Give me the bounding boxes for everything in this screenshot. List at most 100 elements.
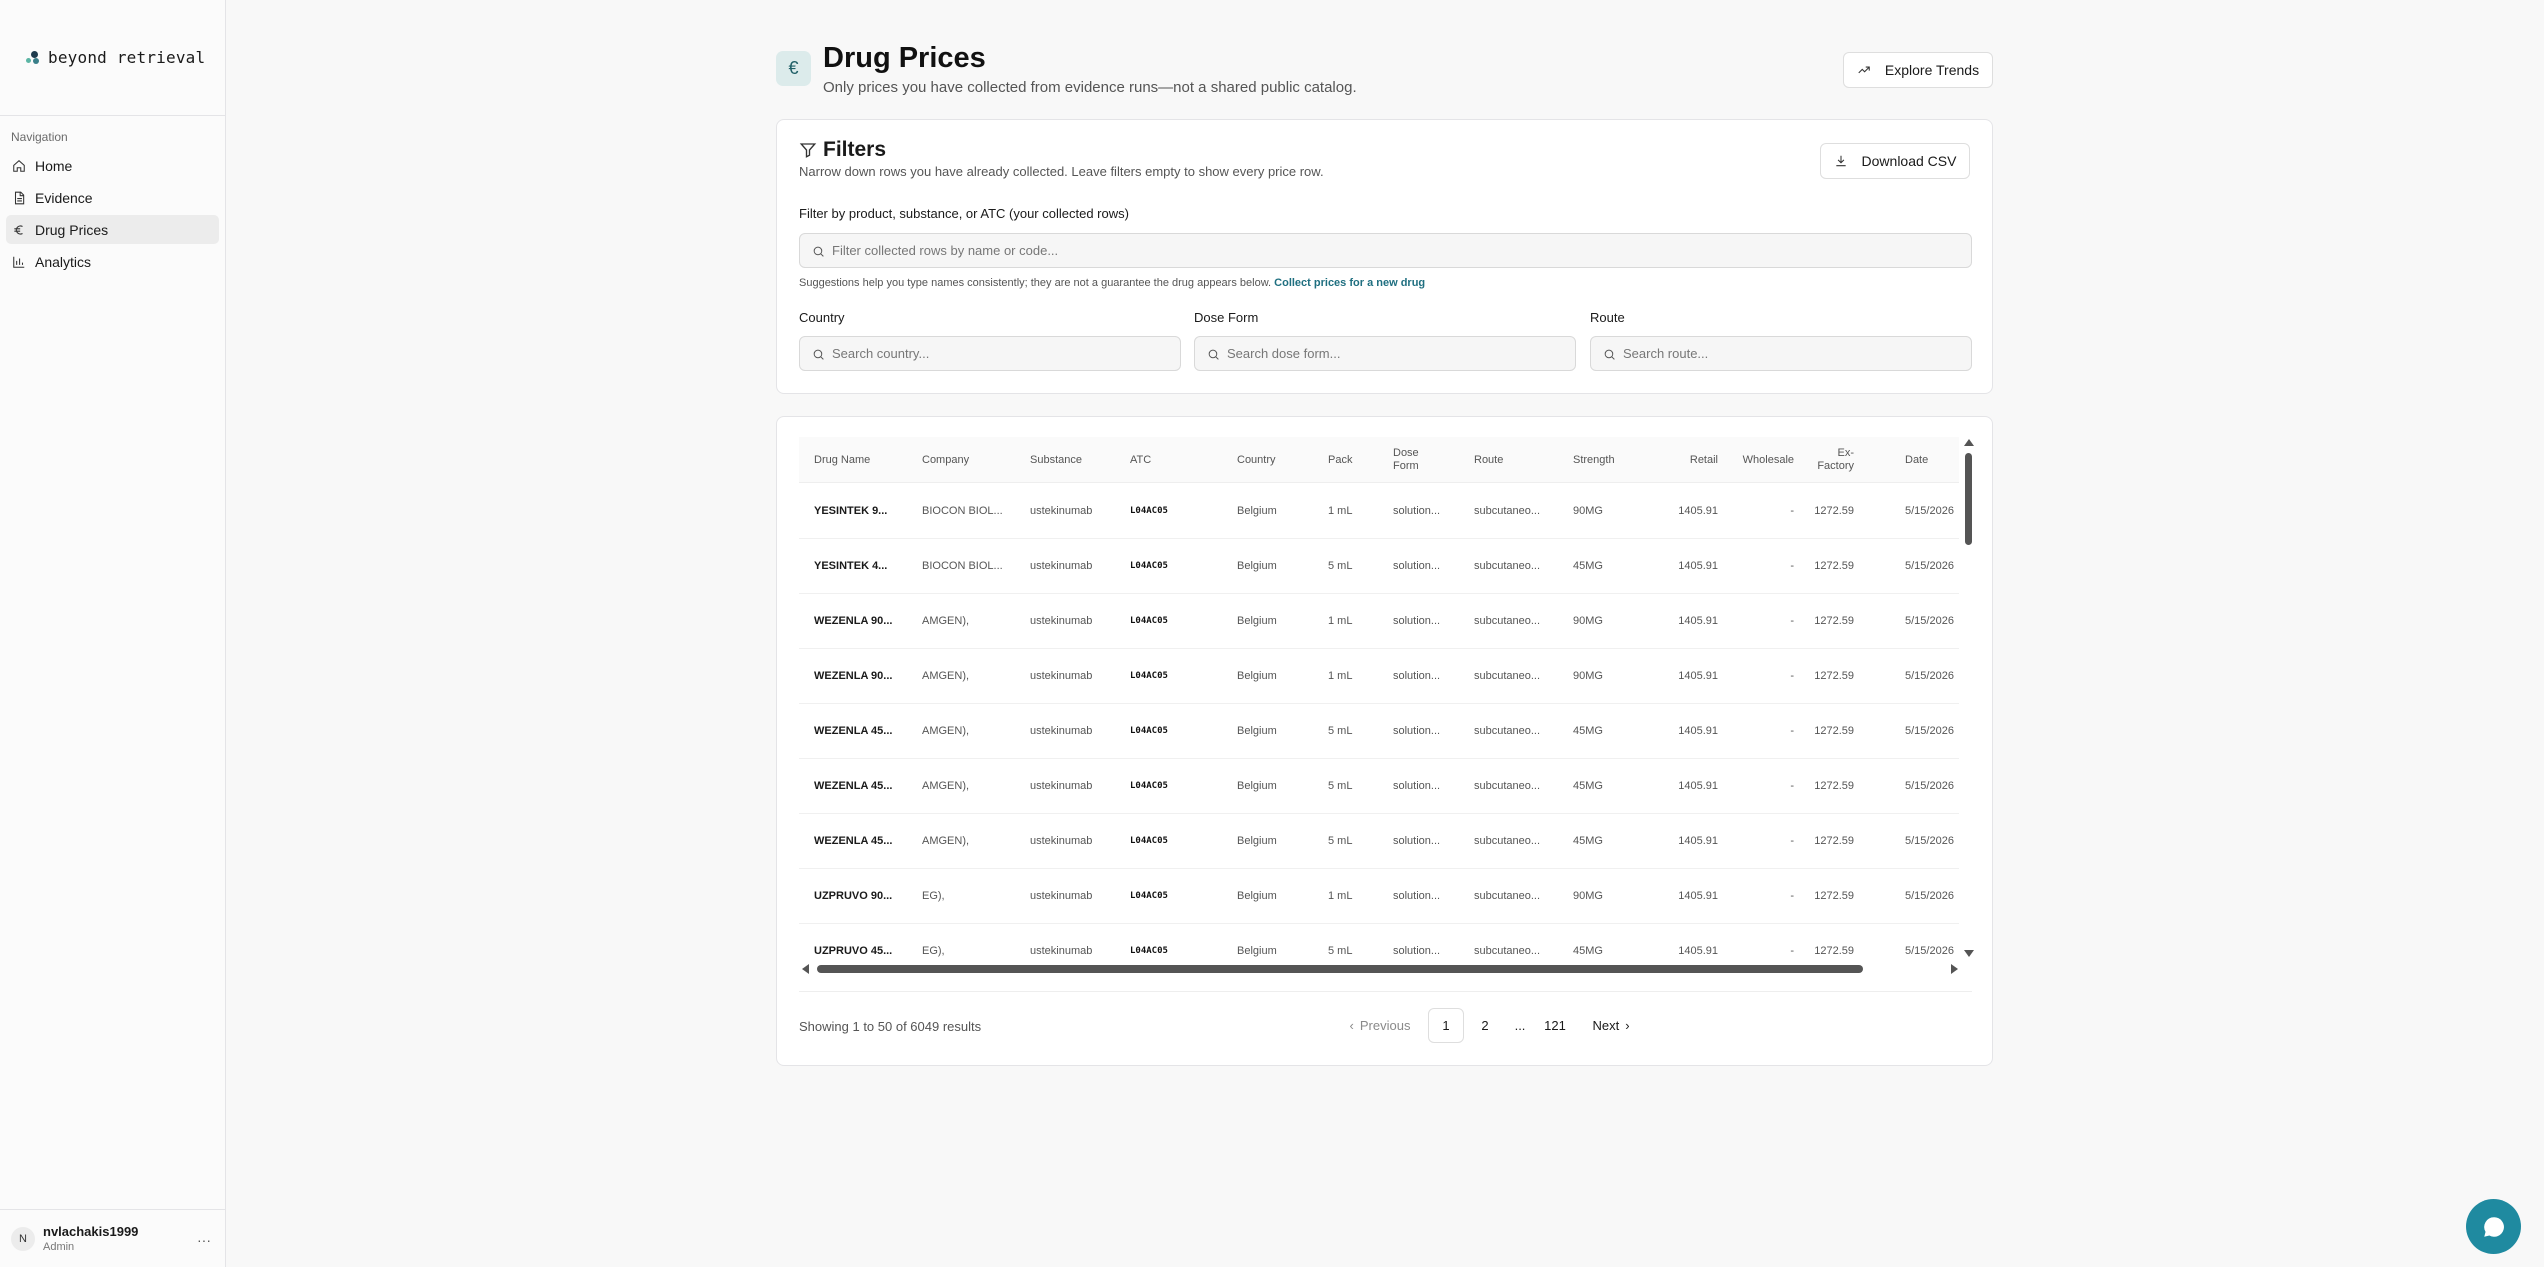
cell-atc: L04AC05 bbox=[1130, 616, 1168, 626]
table-row[interactable]: YESINTEK 9... BIOCON BIOL... ustekinumab L0… bbox=[799, 484, 1959, 539]
cell-date: 5/15/2026 bbox=[1905, 890, 1954, 902]
filter-icon bbox=[799, 143, 817, 158]
previous-label: Previous bbox=[1359, 1018, 1411, 1033]
cell-drug-name: WEZENLA 45... bbox=[814, 725, 893, 737]
user-role: Admin bbox=[43, 1241, 75, 1253]
horizontal-scrollbar[interactable] bbox=[799, 962, 1961, 976]
table-row[interactable]: WEZENLA 90... AMGEN), ustekinumab L04AC05 Be… bbox=[799, 649, 1959, 704]
product-search-input[interactable]: Filter collected rows by name or code... bbox=[799, 233, 1972, 268]
scroll-up-icon[interactable] bbox=[1964, 439, 1974, 446]
next-page-button[interactable]: Next › bbox=[1583, 1008, 1639, 1043]
cell-strength: 45MG bbox=[1573, 835, 1603, 847]
cell-strength: 45MG bbox=[1573, 560, 1603, 572]
cell-company: BIOCON BIOL... bbox=[922, 560, 1003, 572]
table-row[interactable]: WEZENLA 45... AMGEN), ustekinumab L04AC05 Be… bbox=[799, 704, 1959, 759]
cell-substance: ustekinumab bbox=[1030, 780, 1093, 792]
logo-text: beyond retrieval bbox=[48, 48, 206, 67]
cell-ex-factory: 1272.59 bbox=[1814, 835, 1854, 847]
filters-title-text: Filters bbox=[823, 138, 887, 161]
dose-form-search-input[interactable]: Search dose form... bbox=[1194, 336, 1576, 371]
filters-card: Filters Narrow down rows you have alread… bbox=[776, 119, 1993, 394]
cell-pack: 5 mL bbox=[1328, 780, 1353, 792]
sidebar-item-evidence[interactable]: Evidence bbox=[6, 183, 219, 212]
cell-wholesale: - bbox=[1790, 505, 1794, 517]
prices-table[interactable]: Drug Name Company Substance ATC Country … bbox=[799, 437, 1975, 977]
cell-date: 5/15/2026 bbox=[1905, 505, 1954, 517]
sidebar-item-drug-prices[interactable]: Drug Prices bbox=[6, 215, 219, 244]
column-header-date[interactable]: Date bbox=[1905, 454, 1928, 467]
logo[interactable]: beyond retrieval bbox=[0, 0, 225, 116]
cell-route: subcutaneo... bbox=[1474, 670, 1541, 682]
cell-atc: L04AC05 bbox=[1130, 506, 1168, 516]
bar-chart-icon bbox=[13, 256, 25, 268]
trending-up-icon bbox=[1858, 66, 1870, 74]
table-header: Drug Name Company Substance ATC Country … bbox=[799, 437, 1959, 483]
country-search-placeholder: Search country... bbox=[832, 346, 930, 361]
column-header-substance[interactable]: Substance bbox=[1030, 454, 1082, 467]
scroll-down-icon[interactable] bbox=[1964, 950, 1974, 957]
more-options-icon[interactable]: ··· bbox=[197, 1232, 211, 1248]
horizontal-scroll-thumb[interactable] bbox=[817, 965, 1863, 973]
cell-atc: L04AC05 bbox=[1130, 781, 1168, 791]
scroll-right-icon[interactable] bbox=[1951, 964, 1958, 974]
cell-date: 5/15/2026 bbox=[1905, 670, 1954, 682]
cell-pack: 1 mL bbox=[1328, 890, 1353, 902]
column-header-strength[interactable]: Strength bbox=[1573, 454, 1615, 467]
column-header-dose-form[interactable]: Dose Form bbox=[1393, 447, 1433, 473]
table-row[interactable]: WEZENLA 90... AMGEN), ustekinumab L04AC05 Be… bbox=[799, 594, 1959, 649]
route-search-input[interactable]: Search route... bbox=[1590, 336, 1972, 371]
scroll-left-icon[interactable] bbox=[802, 964, 809, 974]
explore-trends-label: Explore Trends bbox=[1884, 62, 1980, 78]
country-search-input[interactable]: Search country... bbox=[799, 336, 1181, 371]
page-button-121[interactable]: 121 bbox=[1535, 1008, 1575, 1043]
sidebar-item-home[interactable]: Home bbox=[6, 151, 219, 180]
euro-icon bbox=[14, 224, 23, 235]
cell-atc: L04AC05 bbox=[1130, 671, 1168, 681]
page-button-2[interactable]: 2 bbox=[1467, 1008, 1503, 1043]
cell-atc: L04AC05 bbox=[1130, 946, 1168, 956]
table-row[interactable]: WEZENLA 45... AMGEN), ustekinumab L04AC05 Be… bbox=[799, 759, 1959, 814]
cell-route: subcutaneo... bbox=[1474, 835, 1541, 847]
column-header-country[interactable]: Country bbox=[1237, 454, 1276, 467]
cell-drug-name: WEZENLA 90... bbox=[814, 670, 893, 682]
explore-trends-button[interactable]: Explore Trends bbox=[1843, 52, 1993, 88]
column-header-ex-factory[interactable]: Ex-Factory bbox=[1809, 447, 1854, 473]
product-filter-label: Filter by product, substance, or ATC (yo… bbox=[799, 206, 1129, 221]
cell-route: subcutaneo... bbox=[1474, 505, 1541, 517]
cell-company: AMGEN), bbox=[922, 725, 970, 737]
product-search-placeholder: Filter collected rows by name or code... bbox=[832, 243, 1059, 258]
column-header-company[interactable]: Company bbox=[922, 454, 969, 467]
column-header-retail[interactable]: Retail bbox=[1668, 454, 1718, 467]
cell-company: AMGEN), bbox=[922, 615, 970, 627]
filter-hint: Suggestions help you type names consiste… bbox=[799, 277, 1425, 289]
page-button-1[interactable]: 1 bbox=[1428, 1008, 1464, 1043]
route-filter-label: Route bbox=[1590, 310, 1625, 325]
vertical-scrollbar[interactable] bbox=[1961, 437, 1975, 959]
cell-route: subcutaneo... bbox=[1474, 560, 1541, 572]
cell-pack: 5 mL bbox=[1328, 725, 1353, 737]
cell-retail: 1405.91 bbox=[1678, 780, 1718, 792]
download-csv-label: Download CSV bbox=[1861, 153, 1957, 169]
table-row[interactable]: UZPRUVO 90... EG), ustekinumab L04AC05 Belgi… bbox=[799, 869, 1959, 924]
sidebar-item-analytics[interactable]: Analytics bbox=[6, 247, 219, 276]
column-header-pack[interactable]: Pack bbox=[1328, 454, 1352, 467]
column-header-wholesale[interactable]: Wholesale bbox=[1739, 454, 1794, 467]
chevron-right-icon: › bbox=[1625, 1018, 1630, 1033]
user-menu[interactable]: N nvlachakis1999 Admin ··· bbox=[0, 1209, 225, 1267]
download-csv-button[interactable]: Download CSV bbox=[1820, 143, 1970, 179]
collect-prices-link[interactable]: Collect prices for a new drug bbox=[1274, 277, 1425, 289]
chat-button[interactable] bbox=[2466, 1199, 2521, 1254]
search-icon bbox=[813, 246, 824, 257]
previous-page-button[interactable]: ‹ Previous bbox=[1340, 1008, 1420, 1043]
cell-dose-form: solution... bbox=[1393, 835, 1441, 847]
column-header-route[interactable]: Route bbox=[1474, 454, 1503, 467]
vertical-scroll-thumb[interactable] bbox=[1965, 453, 1972, 545]
cell-pack: 5 mL bbox=[1328, 560, 1353, 572]
table-row[interactable]: YESINTEK 4... BIOCON BIOL... ustekinumab L0… bbox=[799, 539, 1959, 594]
cell-date: 5/15/2026 bbox=[1905, 835, 1954, 847]
table-row[interactable]: WEZENLA 45... AMGEN), ustekinumab L04AC05 Be… bbox=[799, 814, 1959, 869]
cell-substance: ustekinumab bbox=[1030, 945, 1093, 957]
column-header-atc[interactable]: ATC bbox=[1130, 454, 1151, 467]
column-header-drug-name[interactable]: Drug Name bbox=[814, 454, 870, 467]
cell-country: Belgium bbox=[1237, 505, 1277, 517]
